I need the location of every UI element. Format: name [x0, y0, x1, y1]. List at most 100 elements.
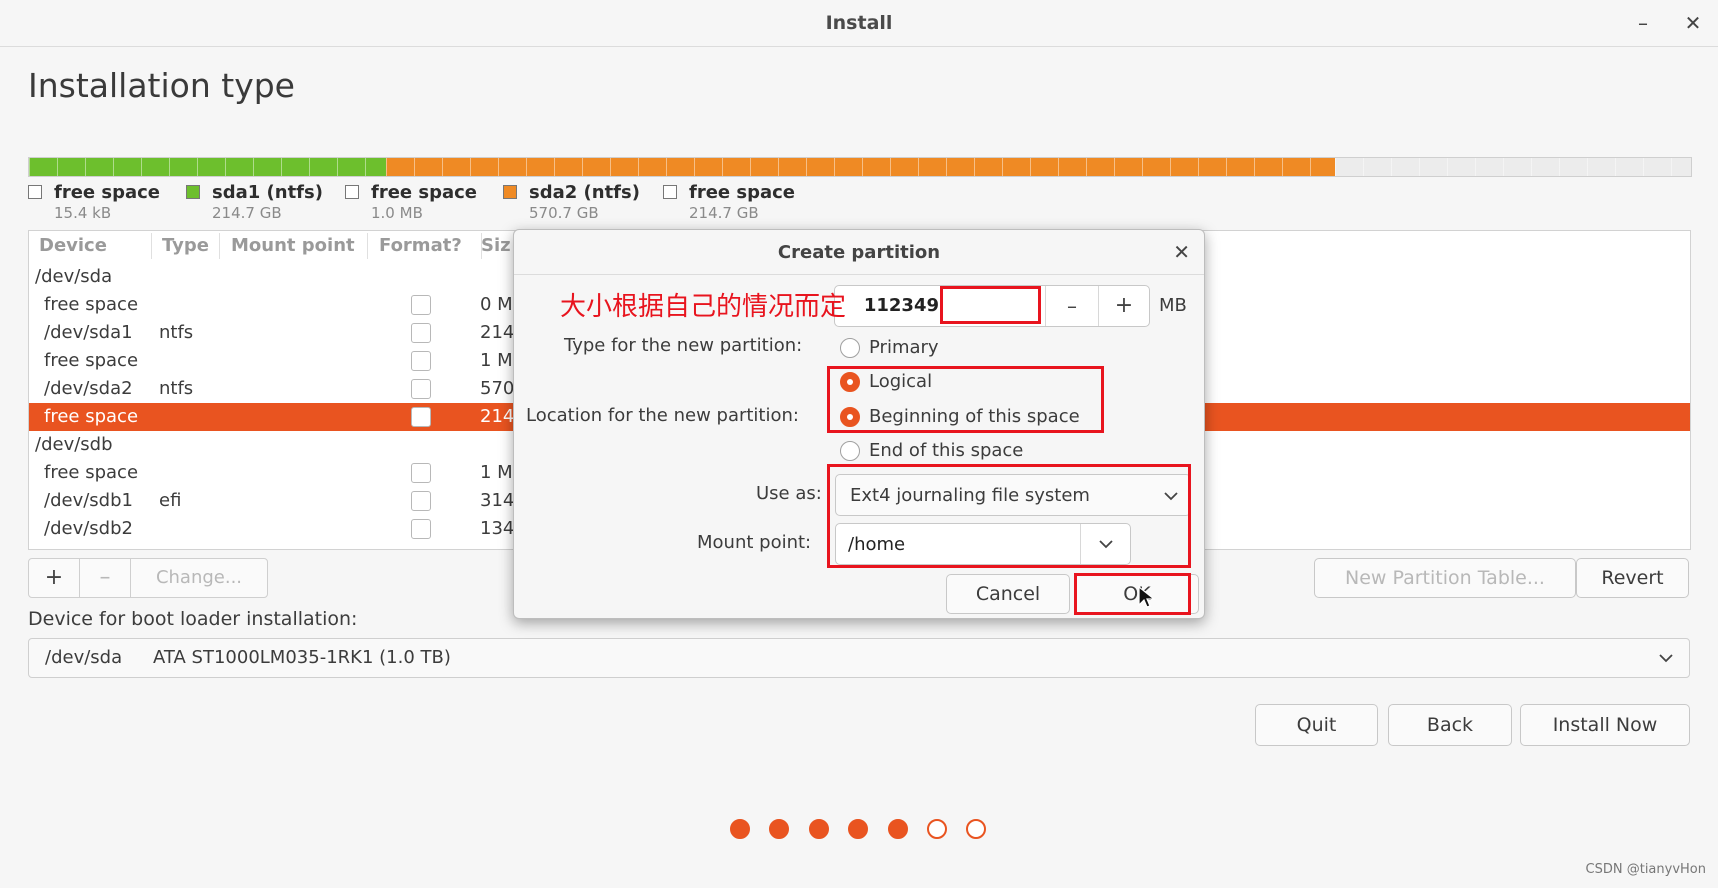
- boot-device-description: ATA ST1000LM035-1RK1 (1.0 TB): [153, 647, 451, 668]
- row-device: /dev/sda1: [44, 322, 133, 343]
- minimize-button[interactable]: –: [1628, 8, 1658, 38]
- legend-name: free space: [54, 182, 161, 203]
- disk-legend: free space 15.4 kB sda1 (ntfs) 214.7 GB …: [28, 182, 928, 226]
- legend-swatch: [186, 185, 200, 199]
- column-header-mount-point[interactable]: Mount point: [231, 235, 355, 256]
- row-type: ntfs: [159, 378, 194, 399]
- column-header-type[interactable]: Type: [162, 235, 209, 256]
- column-divider: [151, 233, 152, 259]
- progress-dot: [848, 819, 868, 839]
- window-titlebar: Install – ✕: [0, 0, 1718, 47]
- back-button[interactable]: Back: [1388, 704, 1512, 746]
- legend-name: sda2 (ntfs): [529, 182, 640, 203]
- decrease-size-button[interactable]: –: [1046, 286, 1098, 326]
- row-size: 314: [480, 490, 515, 511]
- legend-name: free space: [689, 182, 796, 203]
- column-header-format[interactable]: Format?: [379, 235, 462, 256]
- dialog-cancel-button[interactable]: Cancel: [946, 574, 1070, 614]
- window-close-button[interactable]: ✕: [1678, 8, 1708, 38]
- remove-partition-button[interactable]: –: [79, 558, 131, 598]
- row-device: /dev/sda: [35, 266, 113, 287]
- dialog-close-icon[interactable]: ✕: [1173, 240, 1190, 264]
- progress-dot: [966, 819, 986, 839]
- boot-loader-label: Device for boot loader installation:: [28, 608, 358, 630]
- column-divider: [367, 233, 368, 259]
- legend-size: 214.7 GB: [689, 204, 759, 222]
- column-header-device[interactable]: Device: [39, 235, 107, 256]
- mount-point-label: Mount point:: [697, 532, 812, 553]
- row-size: 214: [480, 322, 515, 343]
- add-partition-button[interactable]: +: [28, 558, 80, 598]
- format-checkbox[interactable]: [411, 295, 431, 315]
- dialog-title: Create partition: [777, 242, 941, 263]
- watermark: CSDN @tianyvHon: [1585, 862, 1706, 877]
- format-checkbox[interactable]: [411, 491, 431, 511]
- boot-loader-select[interactable]: /dev/sda ATA ST1000LM035-1RK1 (1.0 TB): [28, 638, 1690, 678]
- radio-end[interactable]: [840, 441, 860, 461]
- format-checkbox[interactable]: [411, 407, 431, 427]
- boot-device: /dev/sda: [45, 647, 123, 668]
- format-checkbox[interactable]: [411, 379, 431, 399]
- use-as-label: Use as:: [756, 483, 822, 504]
- quit-button[interactable]: Quit: [1255, 704, 1378, 746]
- row-type: ntfs: [159, 322, 194, 343]
- format-checkbox[interactable]: [411, 323, 431, 343]
- annotation-highlight-size: [940, 286, 1041, 324]
- legend-size: 15.4 kB: [54, 204, 112, 222]
- location-label: Location for the new partition:: [526, 405, 799, 426]
- row-device: free space: [44, 462, 139, 483]
- column-divider: [219, 233, 220, 259]
- legend-name: sda1 (ntfs): [212, 182, 323, 203]
- legend-swatch: [345, 185, 359, 199]
- annotation-text: 大小根据自己的情况而定: [560, 292, 847, 322]
- legend-size: 214.7 GB: [212, 204, 282, 222]
- row-type: efi: [159, 490, 182, 511]
- disk-segment-sda2: [386, 158, 1336, 176]
- format-checkbox[interactable]: [411, 463, 431, 483]
- increase-size-button[interactable]: +: [1099, 286, 1149, 326]
- row-size: 1 M: [480, 350, 513, 371]
- size-unit: MB: [1159, 295, 1187, 316]
- legend-size: 1.0 MB: [371, 204, 423, 222]
- row-device: /dev/sda2: [44, 378, 133, 399]
- row-device: /dev/sdb2: [44, 518, 133, 539]
- legend-name: free space: [371, 182, 478, 203]
- row-size: 570: [480, 378, 515, 399]
- new-partition-table-button[interactable]: New Partition Table...: [1314, 558, 1576, 598]
- row-device: /dev/sdb1: [44, 490, 133, 511]
- progress-dot: [769, 819, 789, 839]
- progress-dot: [730, 819, 750, 839]
- row-device: free space: [44, 294, 139, 315]
- format-checkbox[interactable]: [411, 519, 431, 539]
- legend-swatch: [503, 185, 517, 199]
- row-size: 134: [480, 518, 515, 539]
- annotation-highlight-type: [827, 366, 1104, 433]
- format-checkbox[interactable]: [411, 351, 431, 371]
- legend-size: 570.7 GB: [529, 204, 599, 222]
- chevron-down-icon: [1657, 639, 1675, 691]
- radio-primary[interactable]: [840, 338, 860, 358]
- column-header-size[interactable]: Siz: [481, 235, 511, 256]
- install-now-button[interactable]: Install Now: [1520, 704, 1690, 746]
- mouse-cursor-icon: [1138, 586, 1156, 608]
- size-input[interactable]: 112349: [835, 286, 939, 326]
- progress-dot: [927, 819, 947, 839]
- partition-type-label: Type for the new partition:: [564, 335, 803, 356]
- radio-primary-label[interactable]: Primary: [869, 337, 939, 358]
- disk-segment-sda1: [29, 158, 387, 176]
- legend-swatch: [663, 185, 677, 199]
- disk-usage-bar: [28, 157, 1692, 177]
- row-device: /dev/sdb: [35, 434, 113, 455]
- row-device: free space: [44, 350, 139, 371]
- dialog-titlebar: Create partition ✕: [514, 230, 1204, 275]
- radio-end-label[interactable]: End of this space: [869, 440, 1023, 461]
- revert-button[interactable]: Revert: [1576, 558, 1689, 598]
- disk-segment-free-space: [1335, 158, 1691, 176]
- window-title: Install: [825, 12, 893, 34]
- legend-swatch: [28, 185, 42, 199]
- change-partition-button[interactable]: Change...: [130, 558, 268, 598]
- progress-dot: [888, 819, 908, 839]
- annotation-highlight-ok: [1074, 573, 1191, 615]
- row-size: 0 M: [480, 294, 513, 315]
- page-title: Installation type: [28, 66, 295, 105]
